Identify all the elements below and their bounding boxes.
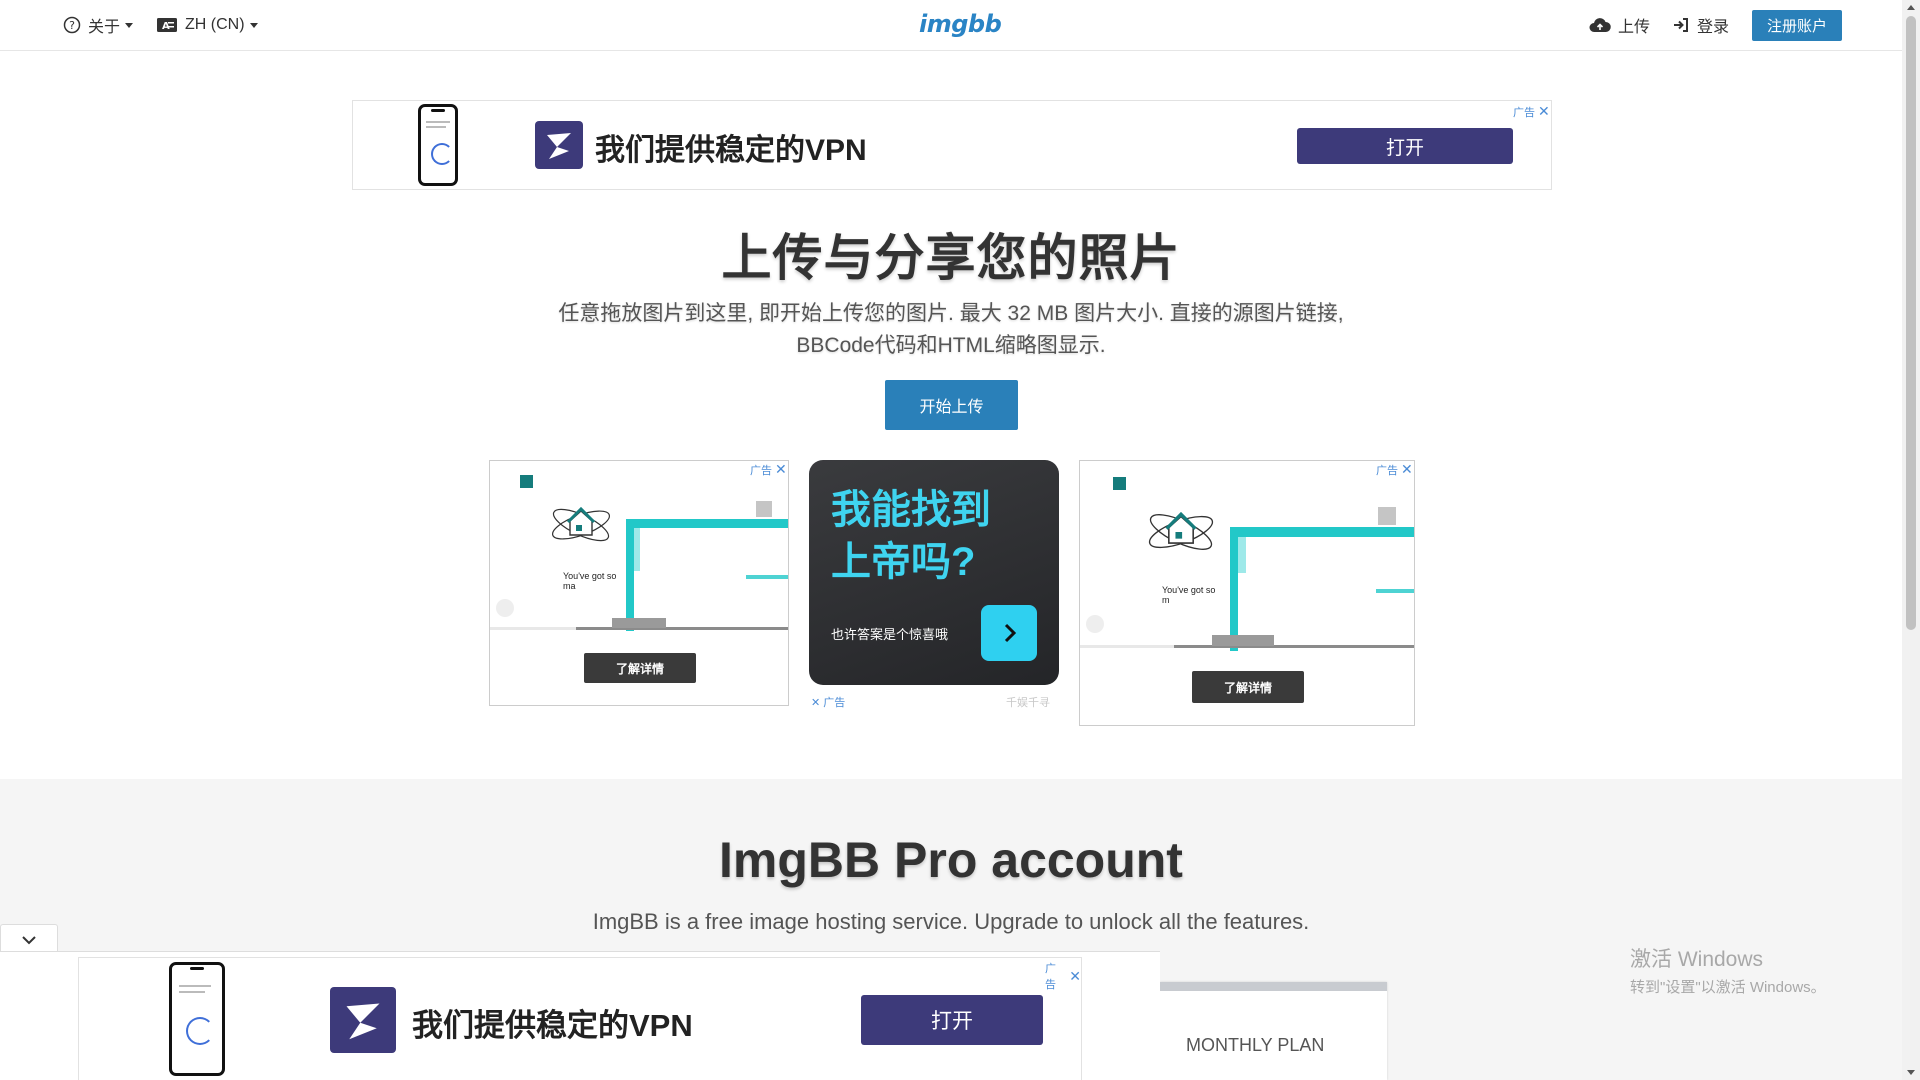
pro-description: ImgBB is a free image hosting service. U…: [592, 909, 1310, 934]
pro-title: ImgBB Pro account: [719, 832, 1183, 888]
help-circle-icon: ?: [63, 16, 81, 34]
ad-flag-label: 广告: [750, 464, 772, 477]
ad-flag-label: 广告: [823, 697, 846, 709]
ad-choices[interactable]: 广告 ✕: [1045, 960, 1081, 992]
ad-flag-label: 广告: [1513, 106, 1535, 119]
floor: [1174, 645, 1414, 648]
about-menu[interactable]: ? 关于: [63, 14, 134, 36]
chevron-down-icon: [22, 935, 36, 944]
ad-headline: 我们提供稳定的VPN: [595, 134, 867, 167]
track-vertical-light: [1238, 535, 1246, 573]
scroll-down-arrow-icon[interactable]: [1907, 1070, 1915, 1075]
learn-more-button[interactable]: 了解详情: [1192, 671, 1304, 703]
bottom-sticky-ad-container: 我们提供稳定的VPN 打开 广告 ✕: [0, 951, 1160, 1080]
learn-more-button[interactable]: 了解详情: [584, 653, 696, 683]
vpn-app-logo: [535, 121, 583, 169]
house-atom-illustration: [1148, 511, 1214, 550]
hero-description: 任意拖放图片到这里, 即开始上传您的图片. 最大 32 MB 图片大小. 直接的…: [558, 302, 1344, 357]
chevron-right-icon[interactable]: [981, 605, 1037, 661]
phone-image: [169, 962, 225, 1076]
phone-image: [418, 104, 458, 186]
windows-activation-watermark: 激活 Windows 转到"设置"以激活 Windows。: [1630, 943, 1826, 997]
bottom-vpn-ad[interactable]: 我们提供稳定的VPN 打开 广告 ✕: [78, 957, 1082, 1080]
chevron-down-icon: [249, 22, 258, 28]
track-dots: [1376, 589, 1414, 593]
game-ad-right[interactable]: You've got so m 了解详情 广告 ✕: [1079, 460, 1415, 726]
about-label: 关于: [88, 19, 121, 36]
upload-link[interactable]: 上传: [1589, 14, 1650, 36]
hero-title: 上传与分享您的照片: [721, 230, 1181, 286]
god-ad-brand: 千娱千寻: [1006, 697, 1050, 709]
ad-choices[interactable]: 广告 ✕: [1513, 103, 1550, 120]
track-vertical: [626, 519, 634, 631]
plan-label: MONTHLY PLAN: [1186, 1035, 1325, 1055]
gray-block: [756, 501, 772, 517]
collapse-ad-button[interactable]: [0, 924, 58, 954]
ad-headline: 我们提供稳定的VPN: [412, 1008, 693, 1043]
page-scrollbar[interactable]: [1902, 0, 1920, 1080]
game-ad-left[interactable]: You've got so ma 了解详情 广告 ✕: [489, 460, 789, 706]
gray-block: [1378, 507, 1396, 525]
chevron-down-icon: [125, 22, 134, 28]
top-vpn-ad[interactable]: 我们提供稳定的VPN 打开 广告 ✕: [352, 100, 1552, 190]
track-vertical: [1230, 527, 1238, 651]
vpn-app-logo: [330, 987, 396, 1053]
language-label: ZH (CN): [185, 16, 245, 33]
upload-label: 上传: [1618, 19, 1651, 36]
top-navbar: ? 关于 A ZH (CN) imgbb 上传 登录 注册账户: [0, 0, 1902, 51]
language-icon: A: [157, 18, 177, 32]
language-menu[interactable]: A ZH (CN): [156, 14, 258, 36]
sign-in-icon: [1674, 18, 1688, 32]
god-ad-flag[interactable]: ✕ 广告: [811, 694, 845, 710]
floor-block: [612, 618, 666, 628]
svg-text:?: ?: [69, 19, 75, 32]
floor: [576, 627, 788, 630]
close-icon[interactable]: ✕: [1069, 968, 1081, 985]
god-ad-subtitle: 也许答案是个惊喜哦: [831, 627, 949, 642]
signup-button[interactable]: 注册账户: [1752, 10, 1842, 41]
monthly-plan-card[interactable]: MONTHLY PLAN: [1160, 982, 1387, 1080]
close-icon[interactable]: ✕: [775, 461, 787, 478]
track-vertical-light: [634, 527, 640, 571]
ad-open-button[interactable]: 打开: [1297, 128, 1513, 164]
close-icon[interactable]: ✕: [811, 697, 820, 709]
close-icon[interactable]: ✕: [1538, 103, 1550, 120]
god-ad-title: 我能找到 上帝吗?: [831, 484, 991, 588]
god-ad-title-line1: 我能找到: [831, 488, 991, 532]
watermark-line2: 转到"设置"以激活 Windows。: [1630, 979, 1826, 996]
house-atom-illustration: [552, 506, 610, 542]
ad-flag-label: 广告: [1045, 963, 1056, 991]
ad-open-button[interactable]: 打开: [861, 995, 1043, 1045]
track-dots: [746, 575, 788, 579]
ad-choices[interactable]: 广告 ✕: [1376, 461, 1413, 478]
site-logo[interactable]: imgbb: [919, 10, 1002, 38]
watermark-line1: 激活 Windows: [1630, 948, 1764, 971]
mute-icon[interactable]: [1086, 615, 1104, 633]
floor-block: [1212, 635, 1274, 646]
god-ad[interactable]: 我能找到 上帝吗? 也许答案是个惊喜哦: [809, 460, 1059, 685]
login-label: 登录: [1697, 19, 1730, 36]
login-link[interactable]: 登录: [1672, 14, 1729, 36]
ad-choices[interactable]: 广告 ✕: [750, 461, 787, 478]
scroll-up-arrow-icon[interactable]: [1907, 5, 1915, 10]
track-horizontal: [1230, 527, 1414, 537]
scroll-thumb[interactable]: [1906, 16, 1916, 630]
cloud-upload-icon: [1589, 18, 1611, 32]
ad-caption: You've got so ma: [563, 571, 617, 591]
close-icon[interactable]: ✕: [1401, 461, 1413, 478]
track-horizontal: [626, 519, 788, 528]
ad-caption: You've got so m: [1162, 585, 1216, 605]
ad-flag-label: 广告: [1376, 464, 1398, 477]
mute-icon[interactable]: [496, 599, 514, 617]
start-upload-button[interactable]: 开始上传: [885, 380, 1018, 430]
ad-brand-mark: [520, 475, 533, 488]
god-ad-title-line2: 上帝吗?: [831, 540, 976, 584]
ad-brand-mark: [1113, 477, 1126, 490]
